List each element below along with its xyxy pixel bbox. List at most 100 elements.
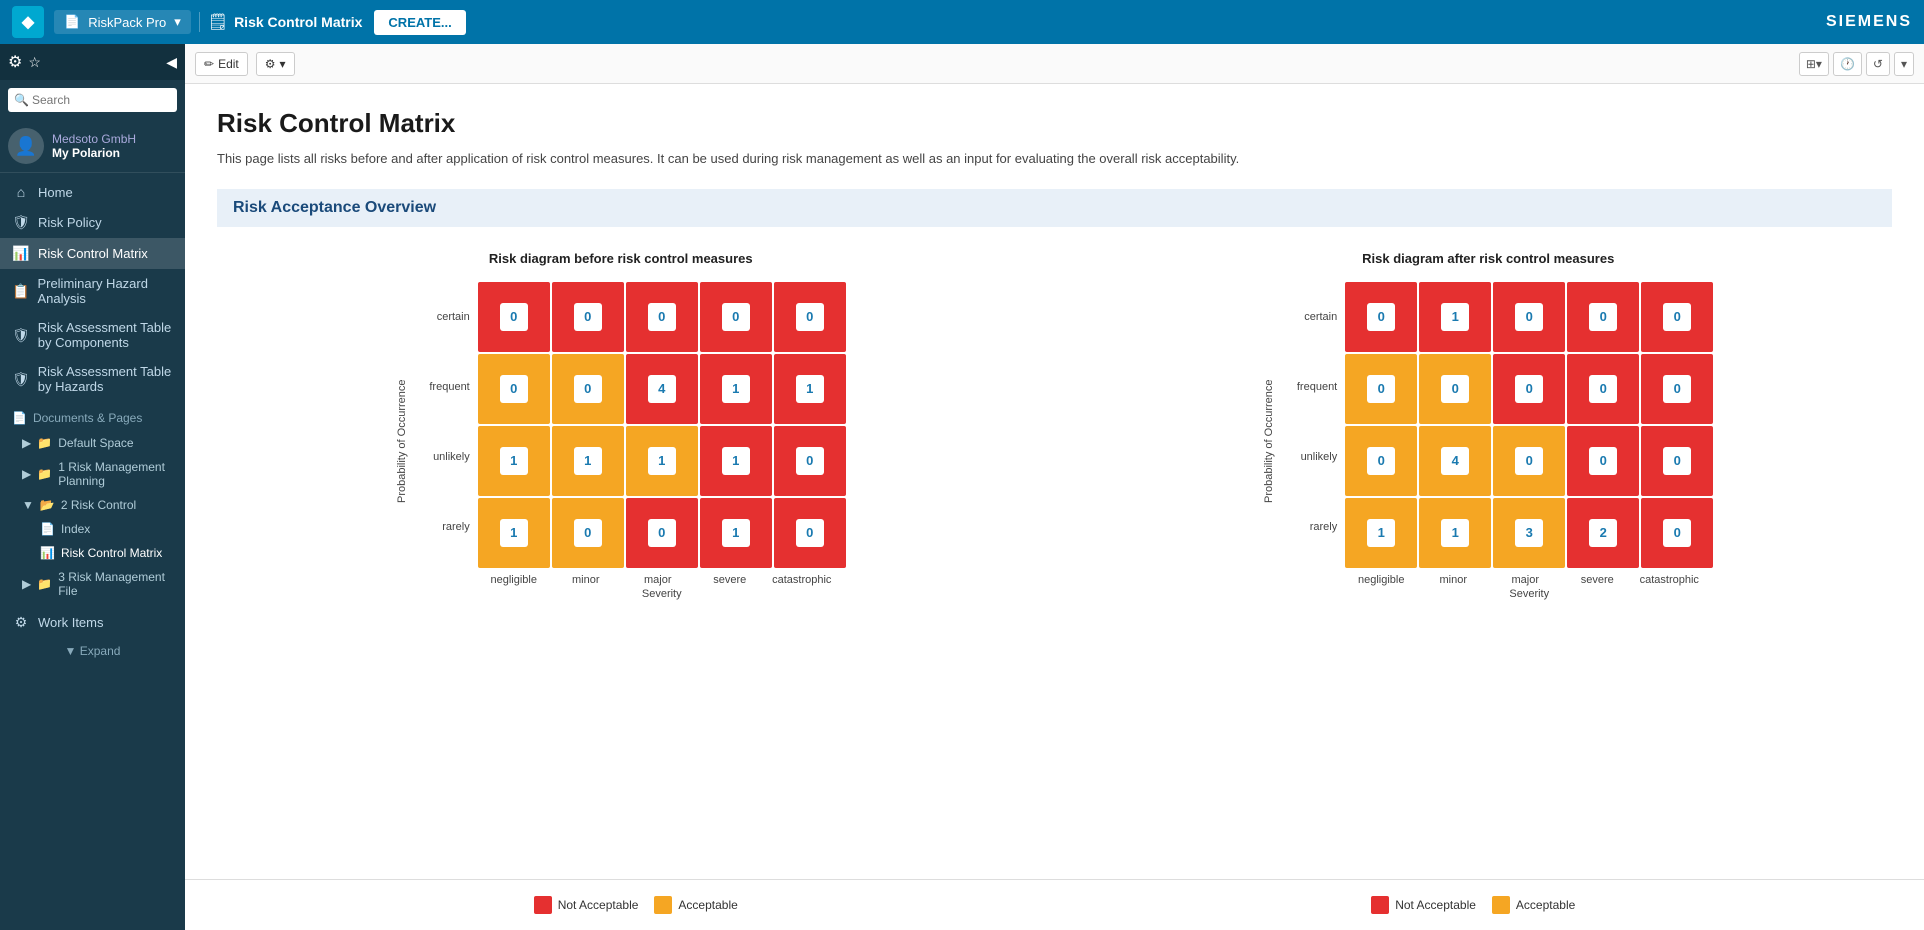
matrix-cell-r3-c3[interactable]: 1 xyxy=(700,498,772,568)
tree-item-risk-mgmt[interactable]: ▶ 📁 1 Risk Management Planning xyxy=(0,455,185,493)
matrix-cell-r0-c1[interactable]: 1 xyxy=(1419,282,1491,352)
cell-value: 0 xyxy=(648,303,676,331)
matrix-cell-r2-c3[interactable]: 1 xyxy=(700,426,772,496)
matrix-cell-r1-c0[interactable]: 0 xyxy=(478,354,550,424)
tree-item-risk-mgmt-file[interactable]: ▶ 📁 3 Risk Management File xyxy=(0,565,185,603)
matrix-cell-r2-c1[interactable]: 4 xyxy=(1419,426,1491,496)
matrix-cell-r3-c0[interactable]: 1 xyxy=(478,498,550,568)
cell-value: 1 xyxy=(722,519,750,547)
assessment-haz-icon: 🛡 xyxy=(12,371,30,388)
matrix-cell-r0-c0[interactable]: 0 xyxy=(1345,282,1417,352)
matrix-cell-r0-c3[interactable]: 0 xyxy=(1567,282,1639,352)
sidebar-star-icon[interactable]: ☆ xyxy=(28,54,41,71)
matrix-cell-r0-c3[interactable]: 0 xyxy=(700,282,772,352)
matrix-cell-r2-c3[interactable]: 0 xyxy=(1567,426,1639,496)
sidebar-item-assessment-comp-label: Risk Assessment Table by Components xyxy=(38,320,173,350)
cell-value: 0 xyxy=(1663,303,1691,331)
create-button[interactable]: CREATE... xyxy=(374,10,465,35)
diagram-after-wrapper: Probability of Occurrence certain freque… xyxy=(1263,282,1713,600)
col-major: major xyxy=(622,574,694,586)
more-button[interactable]: ▾ xyxy=(1894,52,1914,76)
sidebar-item-work-items[interactable]: ⚙ Work Items xyxy=(0,607,185,638)
tree-item-default-space[interactable]: ▶ 📁 Default Space xyxy=(0,431,185,455)
sidebar-item-rcm-label: Risk Control Matrix xyxy=(38,246,148,261)
matrix-cell-r1-c2[interactable]: 0 xyxy=(1493,354,1565,424)
matrix-cell-r1-c3[interactable]: 0 xyxy=(1567,354,1639,424)
diagram-after-grid-area: certain frequent unlikely rarely 0100000… xyxy=(1285,282,1713,600)
matrix-cell-r3-c4[interactable]: 0 xyxy=(774,498,846,568)
diagram-after-title: Risk diagram after risk control measures xyxy=(1362,251,1614,266)
matrix-cell-r0-c1[interactable]: 0 xyxy=(552,282,624,352)
cell-value: 1 xyxy=(648,447,676,475)
documents-section-header[interactable]: 📄 Documents & Pages xyxy=(0,405,185,431)
sidebar-item-preliminary-hazard[interactable]: 📋 Preliminary Hazard Analysis xyxy=(0,269,185,313)
matrix-cell-r3-c3[interactable]: 2 xyxy=(1567,498,1639,568)
matrix-cell-r1-c4[interactable]: 0 xyxy=(1641,354,1713,424)
legend-not-acceptable-before: Not Acceptable xyxy=(534,896,639,914)
sidebar-collapse-button[interactable]: ◀ xyxy=(166,54,177,71)
sidebar-item-risk-control-matrix[interactable]: 📊 Risk Control Matrix xyxy=(0,238,185,269)
matrix-cell-r0-c4[interactable]: 0 xyxy=(774,282,846,352)
matrix-cell-r1-c3[interactable]: 1 xyxy=(700,354,772,424)
sidebar-item-assessment-haz-label: Risk Assessment Table by Hazards xyxy=(38,364,173,394)
doc-icon: 📄 xyxy=(64,14,80,30)
matrix-cell-r0-c2[interactable]: 0 xyxy=(1493,282,1565,352)
matrix-cell-r3-c2[interactable]: 0 xyxy=(626,498,698,568)
sidebar-item-risk-assessment-components[interactable]: 🛡 Risk Assessment Table by Components xyxy=(0,313,185,357)
matrix-cell-r1-c2[interactable]: 4 xyxy=(626,354,698,424)
matrix-cell-r2-c0[interactable]: 1 xyxy=(478,426,550,496)
matrix-cell-r1-c1[interactable]: 0 xyxy=(552,354,624,424)
matrix-cell-r1-c0[interactable]: 0 xyxy=(1345,354,1417,424)
diagram-before-grid-with-labels: certain frequent unlikely rarely 0000000… xyxy=(418,282,846,600)
matrix-cell-r3-c1[interactable]: 0 xyxy=(552,498,624,568)
diagram-before-title: Risk diagram before risk control measure… xyxy=(489,251,753,266)
risk-policy-icon: 🛡 xyxy=(12,214,30,231)
matrix-cell-r3-c4[interactable]: 0 xyxy=(1641,498,1713,568)
diagram-after-x-label: Severity xyxy=(1345,588,1713,600)
matrix-cell-r2-c4[interactable]: 0 xyxy=(1641,426,1713,496)
matrix-cell-r3-c0[interactable]: 1 xyxy=(1345,498,1417,568)
matrix-cell-r3-c1[interactable]: 1 xyxy=(1419,498,1491,568)
col-severe: severe xyxy=(1561,574,1633,586)
diagram-before-wrapper: Probability of Occurrence certain freque… xyxy=(396,282,846,600)
cell-value: 1 xyxy=(1441,519,1469,547)
content-toolbar: ✏ Edit ⚙ ▾ ⊞▾ 🕐 ↺ ▾ xyxy=(185,44,1924,84)
matrix-cell-r2-c1[interactable]: 1 xyxy=(552,426,624,496)
history-button[interactable]: 🕐 xyxy=(1833,52,1862,76)
sidebar-settings-icon[interactable]: ⚙ xyxy=(8,52,22,72)
matrix-cell-r2-c2[interactable]: 1 xyxy=(626,426,698,496)
cell-value: 0 xyxy=(574,303,602,331)
matrix-cell-r2-c4[interactable]: 0 xyxy=(774,426,846,496)
matrix-cell-r1-c4[interactable]: 1 xyxy=(774,354,846,424)
app-name-group[interactable]: 📄 RiskPack Pro ▾ xyxy=(54,10,191,34)
tree-item-rcm-active[interactable]: 📊 Risk Control Matrix xyxy=(0,541,185,565)
sidebar-item-risk-policy[interactable]: 🛡 Risk Policy xyxy=(0,207,185,238)
not-acceptable-swatch xyxy=(534,896,552,914)
page-title: Risk Control Matrix xyxy=(217,108,1892,139)
search-input[interactable] xyxy=(8,88,177,112)
matrix-cell-r0-c0[interactable]: 0 xyxy=(478,282,550,352)
tree-item-risk-control[interactable]: ▼ 📂 2 Risk Control xyxy=(0,493,185,517)
matrix-cell-r1-c1[interactable]: 0 xyxy=(1419,354,1491,424)
tree-item-index[interactable]: 📄 Index xyxy=(0,517,185,541)
tree-label: 2 Risk Control xyxy=(61,498,136,512)
expand-button[interactable]: ▼ Expand xyxy=(0,638,185,664)
app-logo[interactable]: ◆ xyxy=(12,6,44,38)
sidebar-item-risk-assessment-hazards[interactable]: 🛡 Risk Assessment Table by Hazards xyxy=(0,357,185,401)
matrix-icon: 📊 xyxy=(12,245,30,262)
matrix-cell-r0-c4[interactable]: 0 xyxy=(1641,282,1713,352)
matrix-cell-r3-c2[interactable]: 3 xyxy=(1493,498,1565,568)
matrix-cell-r2-c0[interactable]: 0 xyxy=(1345,426,1417,496)
col-severe: severe xyxy=(694,574,766,586)
sidebar-nav: ⌂ Home 🛡 Risk Policy 📊 Risk Control Matr… xyxy=(0,173,185,405)
folder-icon: 📁 xyxy=(37,467,52,481)
gear-button[interactable]: ⚙ ▾ xyxy=(256,52,295,76)
refresh-button[interactable]: ↺ xyxy=(1866,52,1890,76)
row-label-rarely: rarely xyxy=(1285,492,1337,562)
layout-button[interactable]: ⊞▾ xyxy=(1799,52,1829,76)
matrix-cell-r2-c2[interactable]: 0 xyxy=(1493,426,1565,496)
sidebar-item-home[interactable]: ⌂ Home xyxy=(0,177,185,207)
matrix-cell-r0-c2[interactable]: 0 xyxy=(626,282,698,352)
edit-button[interactable]: ✏ Edit xyxy=(195,52,248,76)
settings-icon: ⚙ xyxy=(265,57,276,71)
